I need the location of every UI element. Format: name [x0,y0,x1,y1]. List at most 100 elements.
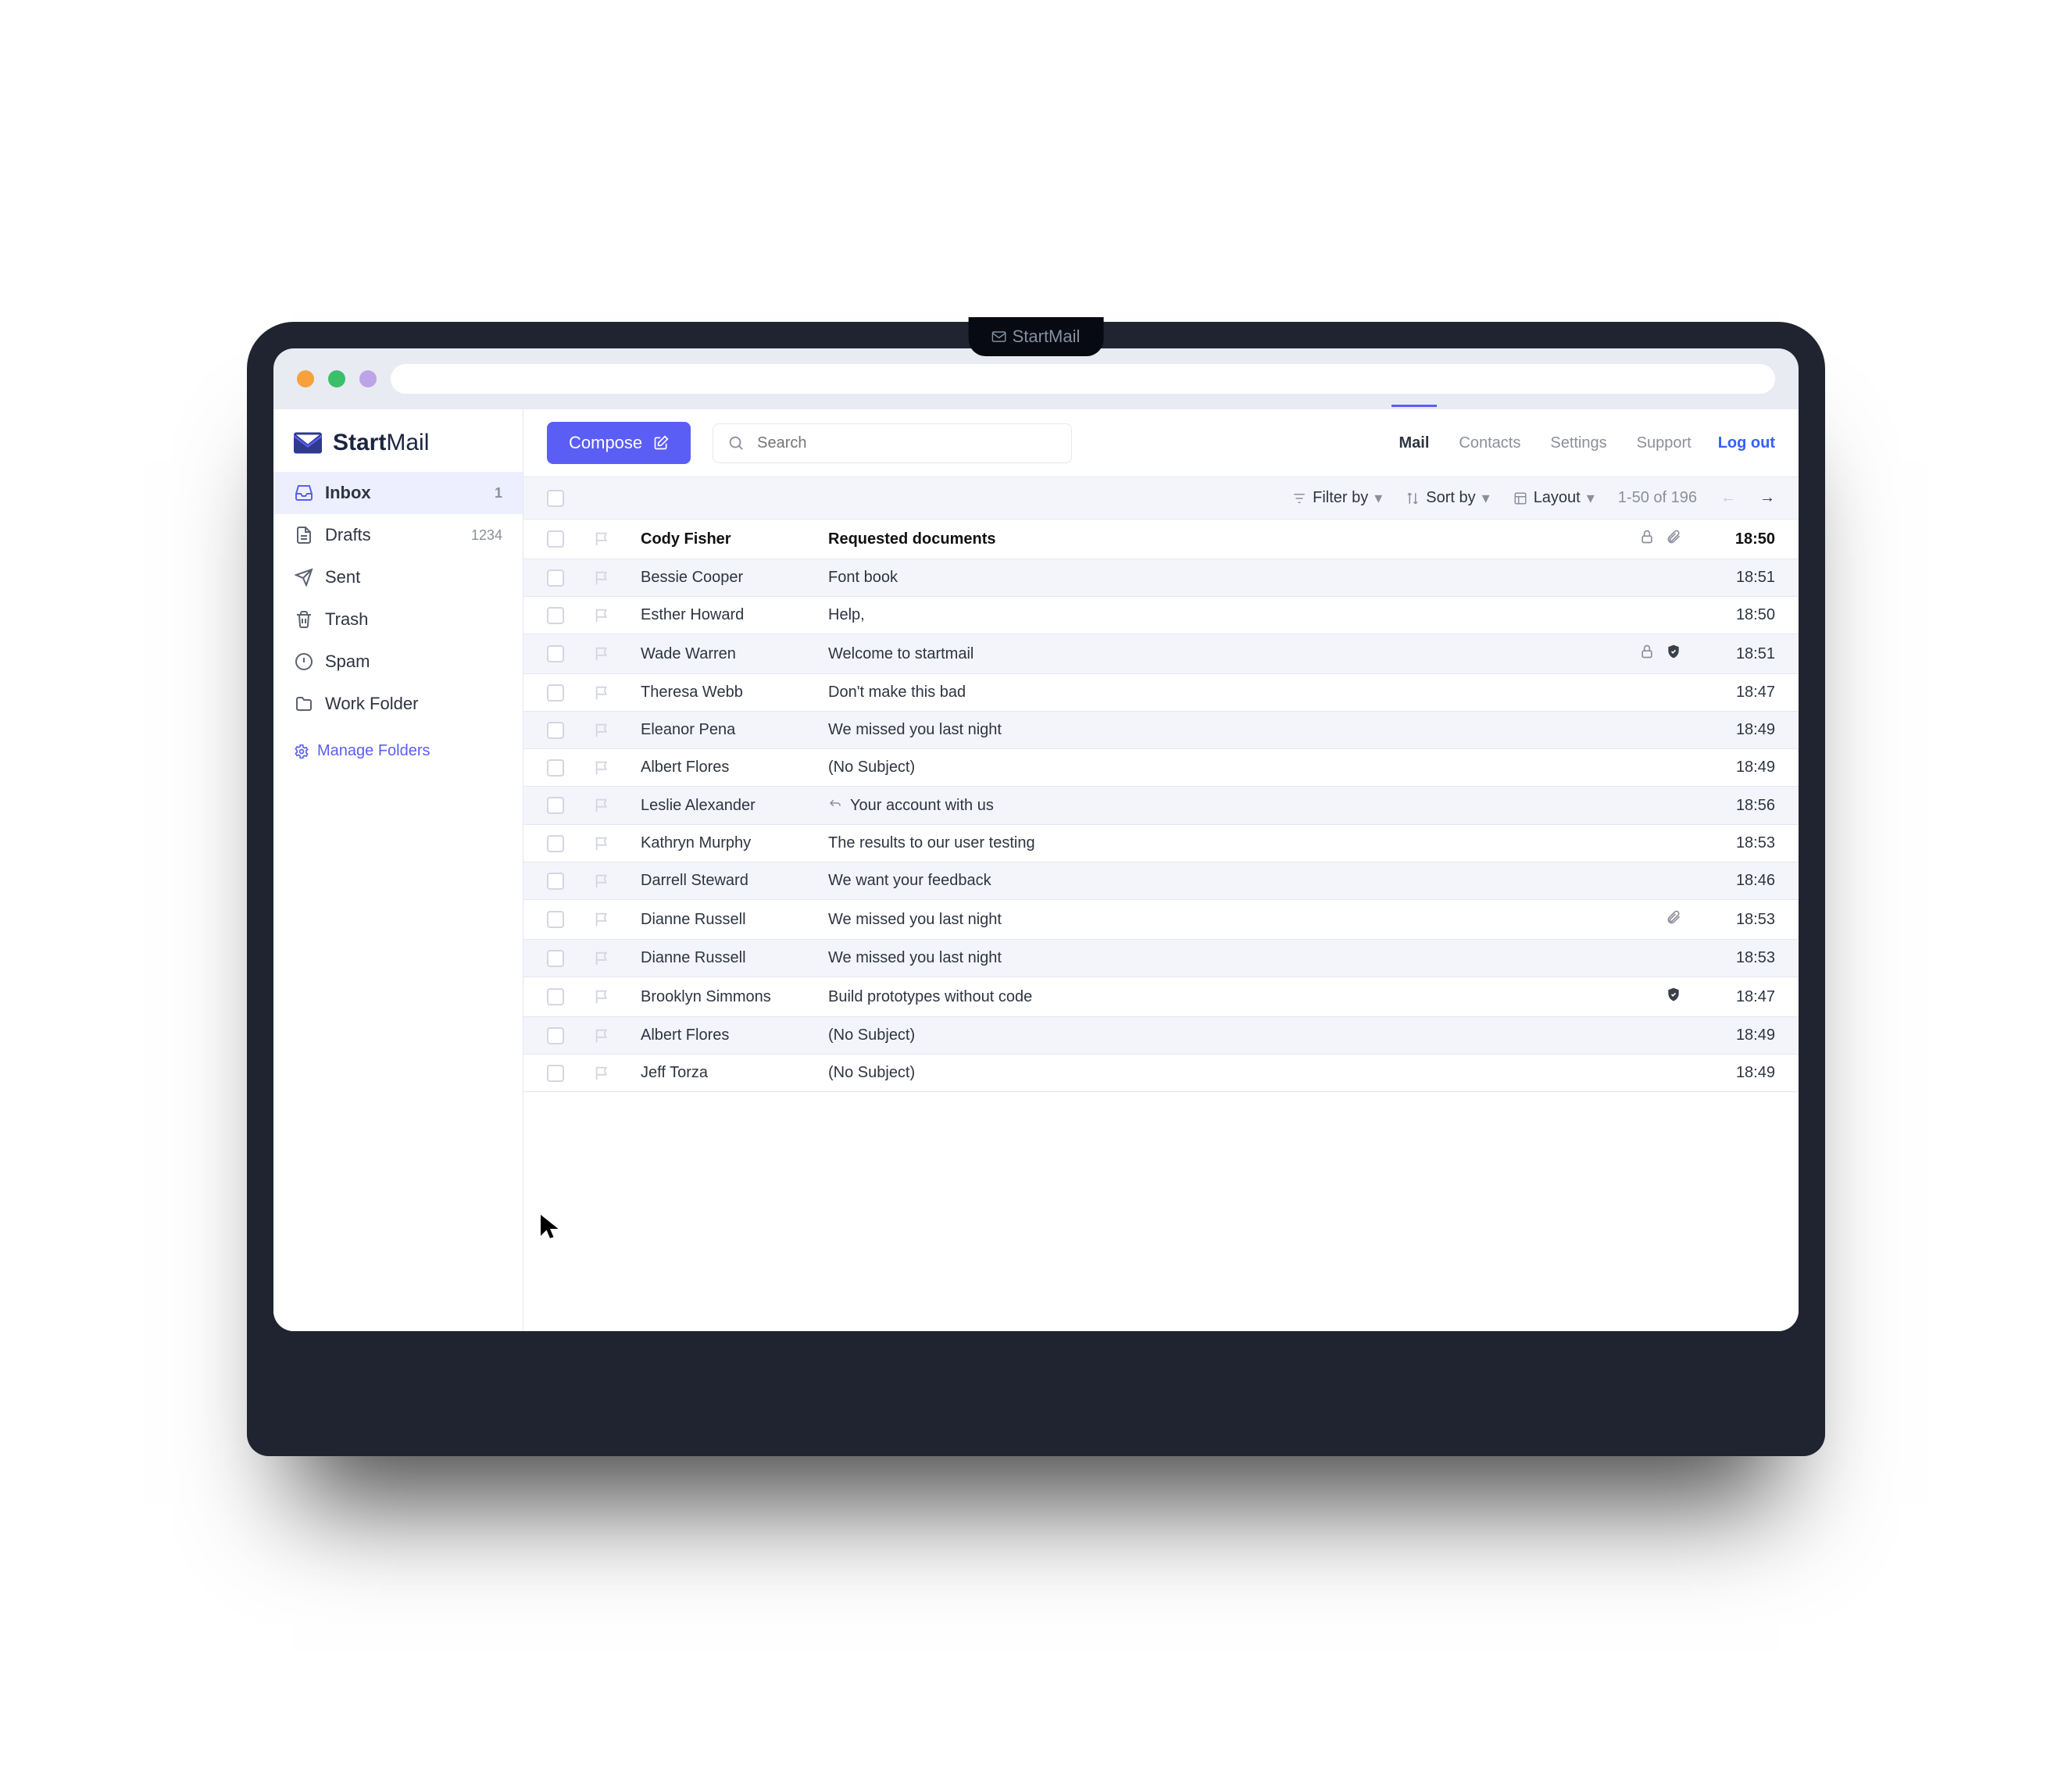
flag-icon[interactable] [594,759,611,777]
device-notch: StartMail [969,317,1104,356]
flag-icon[interactable] [594,722,611,739]
row-checkbox[interactable] [547,797,564,814]
list-toolbar: Filter by ▾ Sort by ▾ Layout [523,477,1799,519]
topbar: Compose Mail Contacts Settings Support Log o… [523,409,1799,477]
row-checkbox[interactable] [547,835,564,852]
message-time: 18:51 [1697,645,1775,663]
sidebar-folder-inbox[interactable]: Inbox1 [273,472,523,514]
sidebar-folder-sent[interactable]: Sent [273,556,523,598]
message-row[interactable]: Wade WarrenWelcome to startmail18:51 [523,634,1799,674]
message-row[interactable]: Dianne RussellWe missed you last night18… [523,900,1799,940]
message-row[interactable]: Brooklyn SimmonsBuild prototypes without… [523,977,1799,1017]
window-maximize-icon[interactable] [359,370,377,387]
message-row[interactable]: Kathryn MurphyThe results to our user te… [523,825,1799,862]
message-row[interactable]: Jeff Torza(No Subject)18:49 [523,1055,1799,1092]
chevron-down-icon: ▾ [1587,488,1595,508]
nav-tab-contacts[interactable]: Contacts [1456,428,1524,459]
forward-icon [828,796,842,815]
logout-link[interactable]: Log out [1718,434,1775,452]
sidebar-folder-trash[interactable]: Trash [273,598,523,641]
row-checkbox[interactable] [547,1027,564,1044]
mail-icon [992,331,1006,342]
row-checkbox[interactable] [547,950,564,967]
page-next-button[interactable]: → [1759,489,1775,507]
layout-button[interactable]: Layout ▾ [1513,488,1595,508]
select-all-checkbox[interactable] [547,490,564,507]
shield-icon [1666,987,1681,1007]
nav-tab-mail[interactable]: Mail [1396,428,1433,459]
message-subject: Requested documents [828,530,1541,548]
folder-count: 1234 [471,527,502,544]
message-row[interactable]: Esther HowardHelp,18:50 [523,597,1799,634]
sidebar-folder-draft[interactable]: Drafts1234 [273,514,523,556]
main: Compose Mail Contacts Settings Support Log o… [523,409,1799,1331]
nav-tab-settings[interactable]: Settings [1547,428,1609,459]
flag-icon[interactable] [594,1065,611,1082]
manage-folders-link[interactable]: Manage Folders [273,725,523,777]
search-box[interactable] [713,423,1072,463]
message-subject: Font book [828,569,1541,587]
flag-icon[interactable] [594,950,611,967]
page-prev-button[interactable]: ← [1720,489,1736,507]
row-checkbox[interactable] [547,911,564,928]
sort-label: Sort by [1426,489,1475,507]
compose-icon [653,435,669,451]
flag-icon[interactable] [594,684,611,702]
message-subject: Help, [828,606,1541,624]
sidebar: StartMail Inbox1Drafts1234SentTrashSpamW… [273,409,523,1331]
nav-tab-support[interactable]: Support [1634,428,1695,459]
message-row[interactable]: Eleanor PenaWe missed you last night18:4… [523,712,1799,749]
flag-icon[interactable] [594,797,611,814]
window-close-icon[interactable] [297,370,314,387]
flag-icon[interactable] [594,1027,611,1044]
flag-icon[interactable] [594,873,611,890]
browser-chrome [273,348,1799,409]
message-row[interactable]: Leslie AlexanderYour account with us18:5… [523,787,1799,825]
message-sender: Dianne Russell [641,911,813,929]
message-row[interactable]: Theresa WebbDon't make this bad18:47 [523,674,1799,712]
flag-icon[interactable] [594,530,611,548]
message-time: 18:50 [1697,606,1775,624]
address-bar[interactable] [391,364,1775,394]
flag-icon[interactable] [594,911,611,928]
row-checkbox[interactable] [547,1065,564,1082]
row-checkbox[interactable] [547,873,564,890]
sidebar-folder-folder[interactable]: Work Folder [273,683,523,725]
message-row[interactable]: Albert Flores(No Subject)18:49 [523,749,1799,787]
flag-icon[interactable] [594,607,611,624]
row-checkbox[interactable] [547,645,564,662]
flag-icon[interactable] [594,835,611,852]
sort-icon [1406,491,1420,505]
row-checkbox[interactable] [547,569,564,587]
message-subject: We missed you last night [828,911,1541,929]
message-row[interactable]: Dianne RussellWe missed you last night18… [523,940,1799,977]
attachment-icon [1666,909,1681,930]
sort-button[interactable]: Sort by ▾ [1406,488,1489,508]
window-minimize-icon[interactable] [328,370,345,387]
row-checkbox[interactable] [547,607,564,624]
message-time: 18:46 [1697,872,1775,890]
flag-icon[interactable] [594,569,611,587]
search-input[interactable] [756,434,1057,453]
flag-icon[interactable] [594,988,611,1005]
flag-icon[interactable] [594,645,611,662]
row-checkbox[interactable] [547,759,564,777]
row-checkbox[interactable] [547,988,564,1005]
message-row[interactable]: Cody FisherRequested documents18:50 [523,519,1799,559]
folder-label: Sent [325,567,360,587]
row-checkbox[interactable] [547,684,564,702]
message-row[interactable]: Albert Flores(No Subject)18:49 [523,1017,1799,1055]
filter-label: Filter by [1313,489,1368,507]
folder-count: 1 [495,485,502,502]
sidebar-folder-spam[interactable]: Spam [273,641,523,683]
filter-button[interactable]: Filter by ▾ [1292,488,1382,508]
message-sender: Albert Flores [641,1026,813,1044]
row-checkbox[interactable] [547,530,564,548]
folder-label: Work Folder [325,694,418,714]
message-time: 18:56 [1697,797,1775,815]
message-row[interactable]: Bessie CooperFont book18:51 [523,559,1799,597]
message-time: 18:47 [1697,988,1775,1006]
compose-button[interactable]: Compose [547,422,691,464]
row-checkbox[interactable] [547,722,564,739]
message-row[interactable]: Darrell StewardWe want your feedback18:4… [523,862,1799,900]
